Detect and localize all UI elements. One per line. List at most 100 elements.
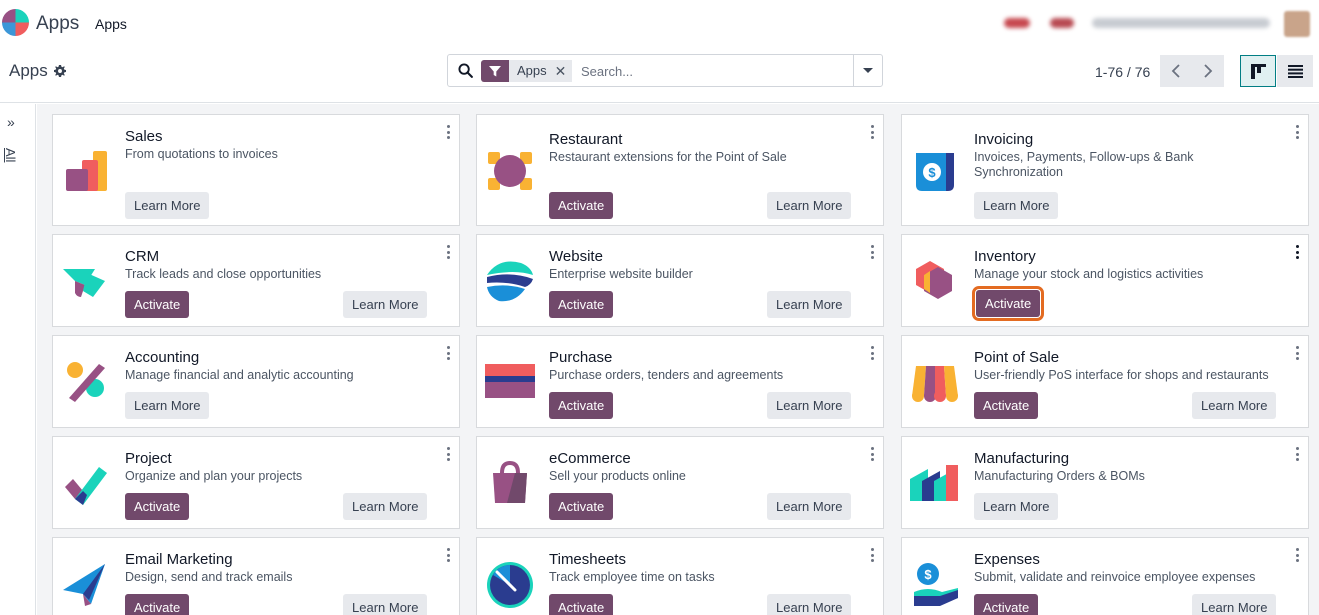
pager-previous-button[interactable] <box>1160 55 1192 87</box>
chevron-right-icon <box>1204 64 1213 78</box>
search-options-toggle[interactable] <box>853 55 882 86</box>
manufacturing-icon <box>910 465 958 501</box>
chat-icon[interactable] <box>1050 18 1074 28</box>
email-marketing-icon <box>63 564 105 606</box>
app-card-project[interactable]: Project Organize and plan your projects … <box>52 436 460 529</box>
app-card-point-of-sale[interactable]: Point of Sale User-friendly PoS interfac… <box>901 335 1309 428</box>
activity-icon[interactable] <box>1004 18 1030 28</box>
more-options-icon[interactable] <box>870 125 874 139</box>
activate-button[interactable]: Activate <box>549 192 614 219</box>
learn-more-button[interactable]: Learn More <box>1192 594 1277 615</box>
filter-icon <box>481 60 509 82</box>
activate-button[interactable]: Activate <box>549 392 614 419</box>
app-name[interactable]: Apps <box>36 13 79 35</box>
activate-button[interactable]: Activate <box>125 594 190 615</box>
more-options-icon[interactable] <box>1295 125 1299 139</box>
more-options-icon[interactable] <box>870 548 874 562</box>
app-card-restaurant[interactable]: Restaurant Restaurant extensions for the… <box>476 114 884 226</box>
app-card-timesheets[interactable]: Timesheets Track employee time on tasks … <box>476 537 884 615</box>
learn-more-button[interactable]: Learn More <box>767 291 852 318</box>
more-options-icon[interactable] <box>870 245 874 259</box>
app-summary: Purchase orders, tenders and agreements <box>549 368 784 382</box>
search-facet: Apps ✕ <box>481 60 573 82</box>
expand-panel-icon[interactable]: » <box>7 114 15 130</box>
invoicing-icon: $ <box>916 153 954 191</box>
app-summary: Invoices, Payments, Follow-ups & Bank Sy… <box>974 150 1194 179</box>
ecommerce-icon <box>493 460 527 503</box>
learn-more-button[interactable]: Learn More <box>343 594 428 615</box>
app-summary: From quotations to invoices <box>125 147 278 161</box>
app-summary: Enterprise website builder <box>549 267 693 281</box>
app-card-sales[interactable]: Sales From quotations to invoices Learn … <box>52 114 460 226</box>
category-all-label[interactable]: All <box>3 148 18 162</box>
app-card-inventory[interactable]: Inventory Manage your stock and logistic… <box>901 234 1309 327</box>
learn-more-button[interactable]: Learn More <box>767 192 852 219</box>
kanban-view-button[interactable] <box>1240 55 1276 87</box>
search-icon[interactable] <box>458 63 473 78</box>
learn-more-button[interactable]: Learn More <box>767 493 852 520</box>
more-options-icon[interactable] <box>446 548 450 562</box>
more-options-icon[interactable] <box>446 245 450 259</box>
learn-more-button[interactable]: Learn More <box>1192 392 1277 419</box>
activate-button[interactable]: Activate <box>974 594 1039 615</box>
more-options-icon[interactable] <box>1295 346 1299 360</box>
app-summary: Sell your products online <box>549 469 686 483</box>
activate-button[interactable]: Activate <box>971 286 1045 321</box>
learn-more-button[interactable]: Learn More <box>767 594 852 615</box>
learn-more-button[interactable]: Learn More <box>125 392 210 419</box>
learn-more-button[interactable]: Learn More <box>343 291 428 318</box>
more-options-icon[interactable] <box>870 346 874 360</box>
app-title: Manufacturing <box>974 450 1070 467</box>
company-switcher[interactable] <box>1092 18 1270 28</box>
kanban-icon <box>1250 63 1266 79</box>
learn-more-button[interactable]: Learn More <box>974 493 1059 520</box>
app-card-purchase[interactable]: Purchase Purchase orders, tenders and ag… <box>476 335 884 428</box>
learn-more-button[interactable]: Learn More <box>343 493 428 520</box>
list-view-button[interactable] <box>1277 55 1313 87</box>
more-options-icon[interactable] <box>1295 245 1299 259</box>
activate-button[interactable]: Activate <box>974 392 1039 419</box>
timesheets-icon <box>487 562 533 608</box>
app-title: Inventory <box>974 248 1036 265</box>
app-card-website[interactable]: Website Enterprise website builder Activ… <box>476 234 884 327</box>
menu-item-apps[interactable]: Apps <box>95 16 127 32</box>
more-options-icon[interactable] <box>446 346 450 360</box>
crm-icon <box>63 269 105 297</box>
more-options-icon[interactable] <box>1295 548 1299 562</box>
more-options-icon[interactable] <box>870 447 874 461</box>
app-card-email-marketing[interactable]: Email Marketing Design, send and track e… <box>52 537 460 615</box>
more-options-icon[interactable] <box>1295 447 1299 461</box>
app-card-expenses[interactable]: $ Expenses Submit, validate and reinvoic… <box>901 537 1309 615</box>
list-icon <box>1287 64 1303 78</box>
app-card-accounting[interactable]: Accounting Manage financial and analytic… <box>52 335 460 428</box>
avatar[interactable] <box>1284 11 1310 37</box>
activate-button[interactable]: Activate <box>549 594 614 615</box>
restaurant-icon <box>488 152 532 190</box>
apps-logo-icon[interactable] <box>2 9 29 36</box>
app-card-crm[interactable]: CRM Track leads and close opportunities … <box>52 234 460 327</box>
learn-more-button[interactable]: Learn More <box>974 192 1059 219</box>
app-card-ecommerce[interactable]: eCommerce Sell your products online Acti… <box>476 436 884 529</box>
search-input[interactable] <box>581 61 851 81</box>
close-icon[interactable]: ✕ <box>555 60 567 82</box>
category-all[interactable]: All <box>3 148 32 168</box>
app-card-invoicing[interactable]: $ Invoicing Invoices, Payments, Follow-u… <box>901 114 1309 226</box>
activate-button[interactable]: Activate <box>125 291 190 318</box>
pager-value[interactable]: 1-76 / 76 <box>1095 64 1150 80</box>
learn-more-button[interactable]: Learn More <box>125 192 210 219</box>
app-card-manufacturing[interactable]: Manufacturing Manufacturing Orders & BOM… <box>901 436 1309 529</box>
more-options-icon[interactable] <box>446 447 450 461</box>
app-summary: Track employee time on tasks <box>549 570 715 584</box>
activate-button[interactable]: Activate <box>549 291 614 318</box>
app-title: Expenses <box>974 551 1040 568</box>
more-options-icon[interactable] <box>446 125 450 139</box>
search-bar: Apps ✕ <box>447 54 883 87</box>
pager-next-button[interactable] <box>1192 55 1224 87</box>
activate-button[interactable]: Activate <box>125 493 190 520</box>
learn-more-button[interactable]: Learn More <box>767 392 852 419</box>
activate-button[interactable]: Activate <box>549 493 614 520</box>
gear-icon[interactable] <box>53 65 66 77</box>
point-of-sale-icon <box>912 366 958 402</box>
expenses-icon: $ <box>914 563 958 606</box>
svg-text:$: $ <box>928 165 936 180</box>
